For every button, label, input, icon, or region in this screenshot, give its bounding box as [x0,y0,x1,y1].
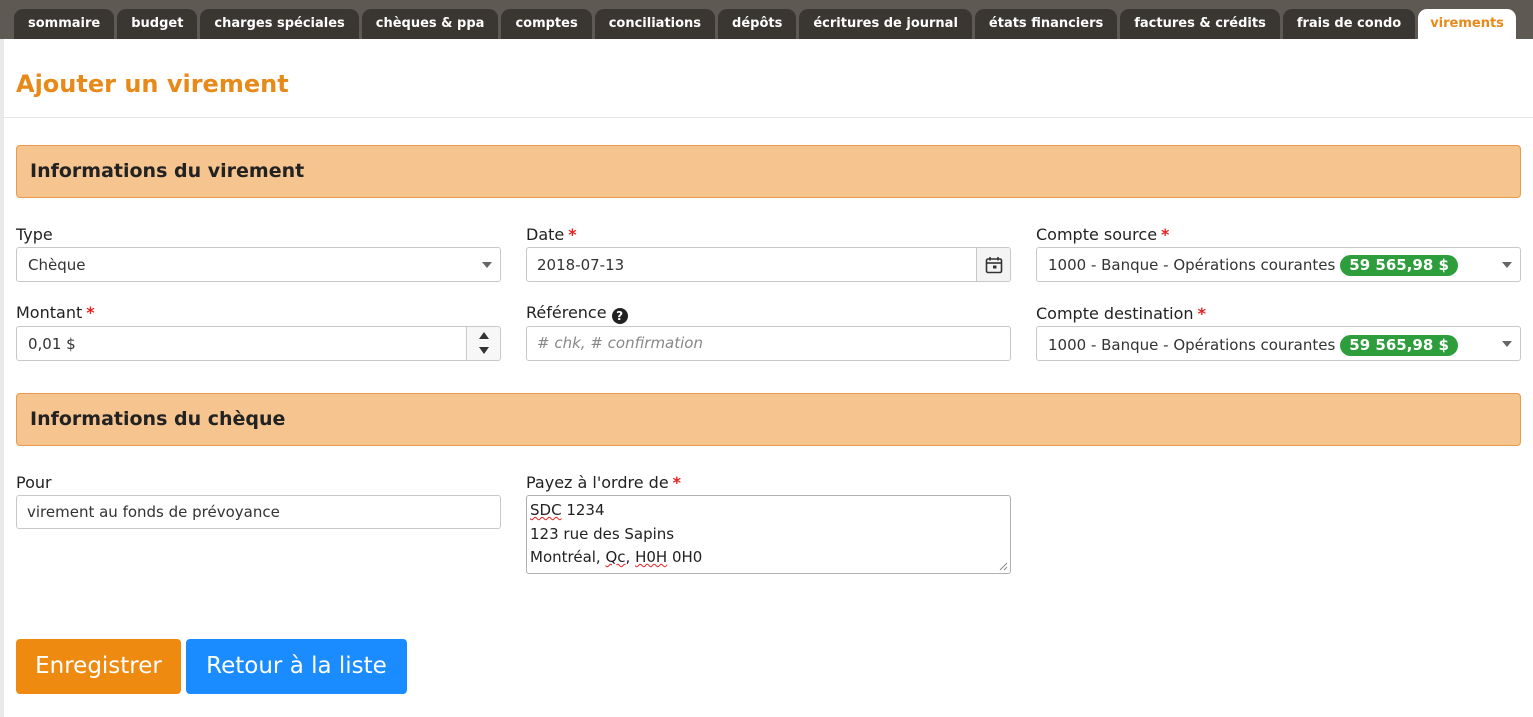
resize-grip-icon[interactable] [999,562,1008,571]
payee-province: Qc [605,548,626,566]
tab-list: sommaire budget charges spéciales chèque… [14,9,1516,39]
calendar-button[interactable] [976,248,1010,281]
chevron-down-icon [1502,341,1512,347]
payee-postal-suffix: 0H0 [667,548,703,566]
destination-account-balance-badge: 59 565,98 $ [1340,335,1458,356]
amount-stepper[interactable] [466,327,500,360]
date-label-text: Date [526,225,565,244]
cheque-info-section-header: Informations du chèque [16,393,1521,446]
required-marker: * [1197,304,1206,323]
pour-input-value: virement au fonds de prévoyance [27,503,280,521]
tab-cheques-ppa[interactable]: chèques & ppa [361,9,499,39]
source-account-text: 1000 - Banque - Opérations courantes [1048,256,1336,274]
help-icon[interactable]: ? [611,308,628,324]
left-edge-divider [0,39,4,717]
tab-bar: sommaire budget charges spéciales chèque… [0,0,1533,39]
tab-ecritures-de-journal[interactable]: écritures de journal [799,9,972,39]
payee-line-3: Montréal, Qc, H0H 0H0 [530,546,1010,570]
date-input-value: 2018-07-13 [537,256,625,274]
type-label: Type [16,225,53,244]
payee-textarea[interactable]: SDC 1234 123 rue des Sapins Montréal, Qc… [526,495,1011,574]
type-select-value: Chèque [28,256,86,274]
tab-depots[interactable]: dépôts [718,9,797,39]
back-to-list-button[interactable]: Retour à la liste [186,639,407,694]
transfer-info-section-header: Informations du virement [16,145,1521,198]
destination-account-label: Compte destination * [1036,304,1206,323]
payee-line-2: 123 rue des Sapins [530,524,675,543]
required-marker: * [672,473,682,492]
stepper-down-icon[interactable] [479,347,489,354]
payee-separator: , [625,548,636,566]
source-account-value: 1000 - Banque - Opérations courantes 59 5… [1048,255,1458,276]
save-button[interactable]: Enregistrer [16,639,181,694]
payee-city: Montréal, [530,548,606,566]
payee-line-1-number: 1234 [561,501,605,519]
tab-etats-financiers[interactable]: états financiers [974,9,1118,39]
required-marker: * [568,225,577,244]
required-marker: * [86,303,95,322]
payee-label: Payez à l'ordre de * [526,473,681,492]
reference-input[interactable]: # chk, # confirmation [526,326,1011,361]
payee-label-text: Payez à l'ordre de [526,473,669,492]
type-label-text: Type [16,225,53,244]
tab-charges-speciales[interactable]: charges spéciales [200,9,359,39]
title-divider [4,117,1533,118]
calendar-icon [985,257,1003,274]
date-label: Date * [526,225,577,244]
source-account-label: Compte source * [1036,225,1169,244]
tab-conciliations[interactable]: conciliations [594,9,716,39]
transfer-info-section-title: Informations du virement [30,160,305,182]
destination-account-select[interactable]: 1000 - Banque - Opérations courantes 59 5… [1036,326,1521,361]
cheque-info-section-title: Informations du chèque [30,408,286,430]
amount-label-text: Montant [16,303,83,322]
reference-label-text: Référence [526,303,607,322]
pour-input[interactable]: virement au fonds de prévoyance [16,495,501,529]
amount-input[interactable]: 0,01 $ [16,326,501,361]
destination-account-label-text: Compte destination [1036,304,1194,323]
tab-budget[interactable]: budget [117,9,198,39]
pour-label: Pour [16,473,52,492]
required-marker: * [1161,225,1170,244]
source-account-select[interactable]: 1000 - Banque - Opérations courantes 59 5… [1036,247,1521,282]
reference-label: Référence? [526,303,628,324]
tab-factures-credits[interactable]: factures & crédits [1120,9,1280,39]
tab-comptes[interactable]: comptes [501,9,592,39]
type-select[interactable]: Chèque [16,247,501,282]
payee-line-1-name: SDC [530,501,562,519]
reference-placeholder: # chk, # confirmation [537,334,703,352]
pour-label-text: Pour [16,473,52,492]
amount-label: Montant * [16,303,95,322]
payee-postal-prefix: H0H [635,548,668,566]
tab-sommaire[interactable]: sommaire [14,9,115,39]
source-account-label-text: Compte source [1036,225,1158,244]
tab-frais-de-condo[interactable]: frais de condo [1282,9,1416,39]
tab-virements[interactable]: virements [1418,9,1516,39]
payee-line-1: SDC 1234 [530,499,1010,523]
page-title: Ajouter un virement [16,70,289,98]
date-input[interactable]: 2018-07-13 [526,247,1011,282]
chevron-down-icon [1502,262,1512,268]
destination-account-text: 1000 - Banque - Opérations courantes [1048,336,1336,354]
destination-account-value: 1000 - Banque - Opérations courantes 59 5… [1048,335,1458,356]
amount-input-value: 0,01 $ [28,335,76,353]
source-account-balance-badge: 59 565,98 $ [1340,255,1458,276]
chevron-down-icon [482,262,492,268]
stepper-up-icon[interactable] [479,332,489,339]
